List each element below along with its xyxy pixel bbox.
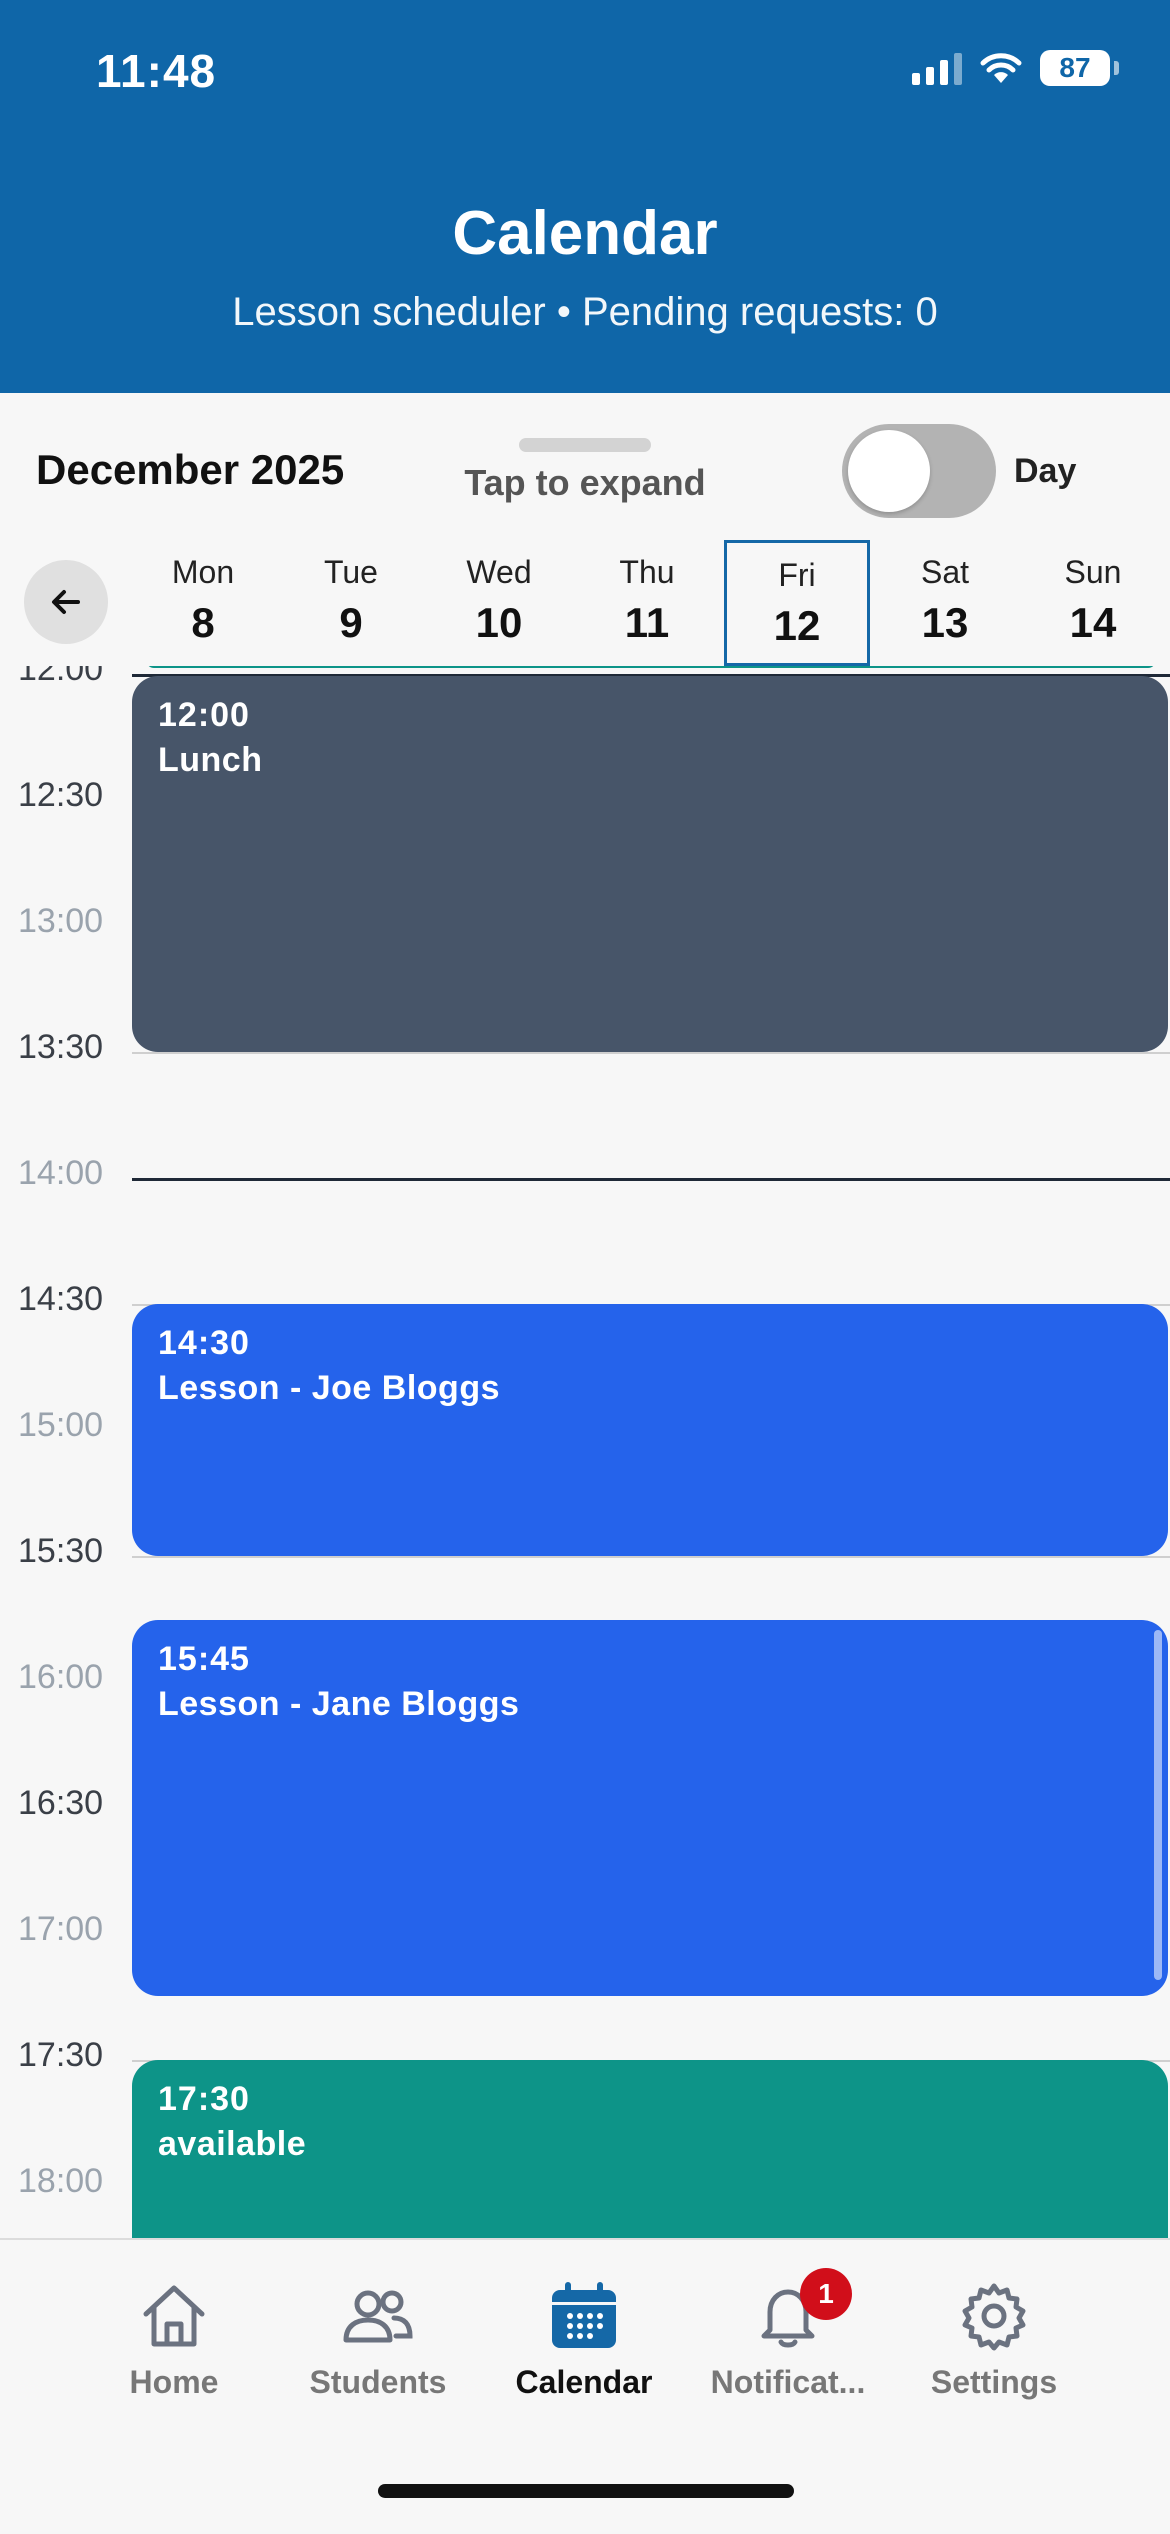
arrow-left-icon	[52, 590, 80, 614]
notification-badge: 1	[800, 2268, 852, 2320]
wifi-icon	[980, 53, 1022, 83]
day-sun[interactable]: Sun 14	[1020, 540, 1166, 666]
tab-label: Calendar	[515, 2364, 653, 2400]
tab-label: Students	[309, 2364, 447, 2400]
event-time: 15:45	[158, 1640, 250, 1678]
status-icons: 87	[912, 50, 1119, 86]
tab-label: Settings	[930, 2364, 1058, 2400]
app-header: 11:48 87 Calendar Lesson scheduler • Pen…	[0, 0, 1170, 393]
event-lunch[interactable]: 12:00 Lunch	[132, 676, 1168, 1052]
event-lesson-jane-bloggs[interactable]: 15:45 Lesson - Jane Bloggs	[132, 1620, 1168, 1996]
day-name: Sat	[920, 554, 970, 590]
toggle-knob	[848, 430, 930, 512]
time-label: 17:00	[18, 1910, 104, 1948]
students-icon	[343, 2290, 413, 2343]
time-label: 15:00	[18, 1406, 104, 1444]
hour-line	[132, 1556, 1170, 1558]
calendar-icon	[552, 2282, 616, 2348]
event-available[interactable]: 17:30 available	[132, 2060, 1168, 2238]
day-date: 13	[921, 599, 969, 646]
time-label: 18:00	[18, 2162, 104, 2200]
timeline-scrollbar[interactable]	[1154, 1630, 1162, 1980]
event-lesson-joe-bloggs[interactable]: 14:30 Lesson - Joe Bloggs	[132, 1304, 1168, 1556]
tab-label: Home	[129, 2364, 219, 2400]
signal-icon	[912, 51, 962, 85]
tab-home[interactable]: Home	[74, 2278, 274, 2401]
page-subtitle: Lesson scheduler • Pending requests: 0	[232, 290, 938, 334]
day-mon[interactable]: Mon 8	[130, 540, 276, 666]
day-date: 9	[339, 599, 363, 646]
hour-line	[132, 1052, 1170, 1054]
time-label: 15:30	[18, 1532, 104, 1570]
time-label: 13:00	[18, 902, 104, 940]
day-name: Thu	[619, 554, 675, 590]
day-date: 8	[191, 599, 215, 646]
day-name: Mon	[171, 554, 235, 590]
gear-icon	[962, 2283, 1026, 2351]
day-timeline[interactable]: 12:00 12:30 13:00 13:30 14:00 14:30 15:0…	[0, 666, 1170, 2238]
day-wed[interactable]: Wed 10	[426, 540, 572, 666]
tab-calendar[interactable]: Calendar	[484, 2278, 684, 2401]
time-label: 16:00	[18, 1658, 104, 1696]
previous-week-button[interactable]	[24, 560, 108, 644]
day-view-toggle-label: Day	[1014, 452, 1077, 490]
event-title: available	[158, 2125, 307, 2163]
expand-button[interactable]: Tap to expand	[430, 462, 740, 504]
hour-line	[132, 1178, 1170, 1181]
previous-event-edge	[146, 666, 1156, 668]
time-label: 12:00	[18, 666, 104, 688]
time-label: 14:30	[18, 1280, 104, 1318]
event-title: Lunch	[158, 741, 263, 779]
event-title: Lesson - Jane Bloggs	[158, 1685, 520, 1723]
day-name: Fri	[778, 557, 816, 593]
day-date: 12	[773, 602, 821, 649]
page-title: Calendar	[452, 199, 718, 268]
tab-notifications[interactable]: 1 Notificat...	[688, 2268, 888, 2401]
day-name: Wed	[466, 554, 532, 590]
home-icon	[143, 2285, 205, 2347]
day-date: 10	[475, 599, 523, 646]
time-label: 12:30	[18, 776, 104, 814]
event-time: 17:30	[158, 2080, 250, 2118]
event-time: 14:30	[158, 1324, 250, 1362]
day-date: 14	[1069, 599, 1117, 646]
day-date: 11	[624, 599, 670, 646]
event-title: Lesson - Joe Bloggs	[158, 1369, 500, 1407]
day-name: Sun	[1064, 554, 1122, 590]
day-sat[interactable]: Sat 13	[872, 540, 1018, 666]
event-time: 12:00	[158, 696, 250, 734]
day-name: Tue	[324, 554, 378, 590]
status-time: 11:48	[96, 45, 217, 97]
tab-settings[interactable]: Settings	[894, 2278, 1094, 2401]
day-tue[interactable]: Tue 9	[278, 540, 424, 666]
expand-handle[interactable]	[519, 438, 651, 452]
month-label: December 2025	[36, 446, 345, 493]
day-view-toggle[interactable]	[842, 424, 996, 518]
day-thu[interactable]: Thu 11	[574, 540, 720, 666]
day-fri[interactable]: Fri 12	[724, 540, 870, 666]
time-label: 16:30	[18, 1784, 104, 1822]
battery-icon: 87	[1040, 50, 1119, 86]
time-label: 17:30	[18, 2036, 104, 2074]
time-label: 14:00	[18, 1154, 104, 1192]
week-strip: Mon 8 Tue 9 Wed 10 Thu 11 Fri 12 Sat 13 Sun 14	[130, 540, 1170, 666]
time-label: 13:30	[18, 1028, 104, 1066]
tab-students[interactable]: Students	[278, 2278, 478, 2401]
home-indicator	[378, 2484, 794, 2498]
battery-level: 87	[1059, 52, 1091, 83]
tab-label: Notificat...	[710, 2364, 866, 2400]
